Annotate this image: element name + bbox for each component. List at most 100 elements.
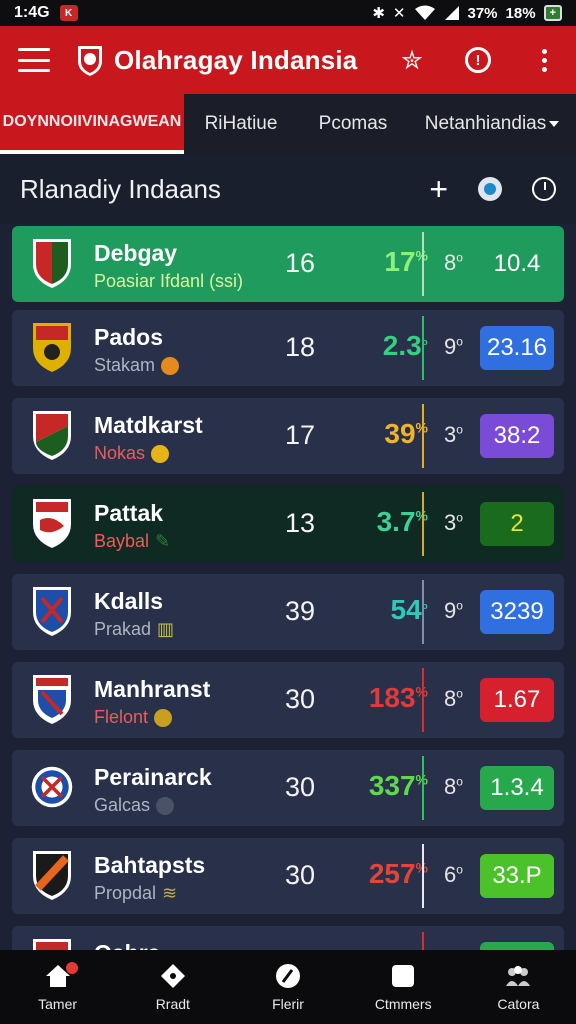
score-badge: 2 xyxy=(480,502,554,546)
team-crest-icon xyxy=(33,675,71,724)
team-subtitle-text: Poasiar Ifdanl (ssi) xyxy=(94,271,244,291)
win-percent-value: 3.7 xyxy=(376,506,416,537)
team-name: Matdkarst xyxy=(94,412,203,438)
rank-unit: o xyxy=(456,510,463,525)
tab-3[interactable]: Pcomas xyxy=(298,94,408,154)
team-subtitle-text: Nokas xyxy=(94,443,146,463)
list-item[interactable]: Pattak Baybal✎ 13 3.7% 3o 2 xyxy=(12,486,564,562)
score-badge: 33.P xyxy=(480,854,554,898)
score-badge: 1.67 xyxy=(480,678,554,722)
games-played: 39 xyxy=(284,596,316,626)
status-indicators: ✱ ✕ 37% 18% + xyxy=(372,4,562,22)
list-item[interactable]: Kdalls Prakad ▥ 39 54₀ 9o 3239 xyxy=(12,574,564,650)
battery-icon: + xyxy=(543,5,562,21)
tab-4-dropdown[interactable]: Netanhiandias xyxy=(408,94,576,154)
rank-unit: o xyxy=(456,250,463,265)
team-subtitle-text: Propdal xyxy=(94,883,157,903)
team-subtitle: Propdal ≋ xyxy=(94,883,177,904)
team-name: Bahtapsts xyxy=(94,852,206,878)
score-badge: 10.4 xyxy=(493,250,541,277)
nav-label: Catora xyxy=(497,996,540,1012)
team-name: Pattak xyxy=(94,500,164,526)
team-name: Perainarck xyxy=(94,764,212,790)
win-percent-value: 54 xyxy=(390,594,422,625)
team-crest-icon xyxy=(33,323,71,372)
rank-number: 8 xyxy=(444,250,457,275)
stripes-icon: ≋ xyxy=(162,883,178,903)
mute-icon: ✕ xyxy=(392,5,406,22)
signal-icon xyxy=(444,6,459,20)
games-played: 17 xyxy=(284,420,316,450)
nav-label: Flerir xyxy=(272,996,304,1012)
divider xyxy=(422,492,424,556)
tab-2[interactable]: RiHatiue xyxy=(184,94,298,154)
info-icon[interactable]: ! xyxy=(464,46,492,74)
nav-item-4[interactable]: Ctmmers xyxy=(346,950,461,1024)
score-badge: 23.16 xyxy=(480,326,554,370)
team-subtitle-text: Prakad xyxy=(94,619,152,639)
games-played: 30 xyxy=(284,684,316,714)
users-icon xyxy=(506,966,531,986)
team-subtitle: Baybal ✎ xyxy=(94,531,170,552)
win-percent-value: 39 xyxy=(384,418,416,449)
appbar-actions: ✮ ! xyxy=(398,45,558,75)
list-item[interactable]: Pados Stakam 18 2.3₀ 9o 23.16 xyxy=(12,310,564,386)
rank-number: 8 xyxy=(444,686,457,711)
battery-percent: 37% xyxy=(467,4,498,22)
win-percent: 337% xyxy=(342,770,428,802)
rank-value: 9o xyxy=(444,334,463,360)
team-crest-icon xyxy=(33,239,71,288)
team-subtitle: Flelont xyxy=(94,707,173,728)
rank-number: 3 xyxy=(444,422,457,447)
team-name: Kdalls xyxy=(94,588,164,614)
win-percent-value: 337 xyxy=(368,770,416,801)
team-crest-icon xyxy=(33,499,71,548)
team-subtitle: Stakam xyxy=(94,355,180,376)
team-subtitle-text: Baybal xyxy=(94,531,150,551)
list-item[interactable]: Debgay Poasiar Ifdanl (ssi) 16 17% 8o 10… xyxy=(12,226,564,302)
list-item[interactable]: Perainarck Galcas 30 337% 8o 1.3.4 xyxy=(12,750,564,826)
ball-icon xyxy=(156,796,175,815)
nav-item-5[interactable]: Catora xyxy=(461,950,576,1024)
wifi-icon xyxy=(414,5,435,20)
rank-value: 3o xyxy=(444,510,463,536)
nav-label: Rradt xyxy=(155,996,190,1012)
win-percent: 3.7% xyxy=(342,506,428,538)
team-crest-icon xyxy=(33,411,71,460)
leaf-icon: ✎ xyxy=(155,531,171,551)
clock-icon[interactable] xyxy=(532,177,556,201)
rank-unit: o xyxy=(456,862,463,877)
rank-value: 8o xyxy=(444,686,463,712)
team-subtitle: Prakad ▥ xyxy=(94,619,174,640)
nav-item-3[interactable]: Flerir xyxy=(230,950,345,1024)
location-icon[interactable] xyxy=(478,177,502,201)
rank-unit: o xyxy=(456,774,463,789)
menu-icon[interactable] xyxy=(18,48,50,72)
nav-item-2[interactable]: Rradt xyxy=(115,950,230,1024)
rank-unit: o xyxy=(456,422,463,437)
list-item[interactable]: Oahra 30 37% xyxy=(12,926,564,950)
score-badge: 3239 xyxy=(480,590,554,634)
bottom-nav: Tamer Rradt Flerir Ctmmers Catora xyxy=(0,950,576,1024)
team-crest-icon xyxy=(33,939,71,950)
rank-number: 6 xyxy=(444,862,457,887)
app-bar: Olahragay Indansia ✮ ! xyxy=(0,26,576,94)
games-played: 18 xyxy=(284,332,316,362)
list-item[interactable]: Manhranst Flelont 30 183% 8o 1.67 xyxy=(12,662,564,738)
more-options-icon[interactable] xyxy=(530,46,558,74)
list-item[interactable]: Matdkarst Nokas 17 39% 3o 38:2 xyxy=(12,398,564,474)
list-item[interactable]: Bahtapsts Propdal≋ 30 257% 6o 33.P xyxy=(12,838,564,914)
rank-unit: o xyxy=(456,598,463,613)
tab-1[interactable]: DOYNNOIIVINAGWEAN xyxy=(0,94,184,154)
win-percent-value: 257 xyxy=(368,858,416,889)
badge-icon xyxy=(151,444,170,463)
star-icon[interactable]: ✮ xyxy=(398,45,426,75)
rank-number: 9 xyxy=(444,598,457,623)
bluetooth-icon: ✱ xyxy=(372,5,385,22)
add-icon[interactable]: + xyxy=(429,173,448,205)
nav-item-home[interactable]: Tamer xyxy=(0,950,115,1024)
win-percent-value: 183 xyxy=(368,682,416,713)
section-title: Rlanadiy Indaans xyxy=(20,173,221,204)
barcode-icon: ▥ xyxy=(157,619,175,639)
win-percent: 17% xyxy=(342,246,428,278)
